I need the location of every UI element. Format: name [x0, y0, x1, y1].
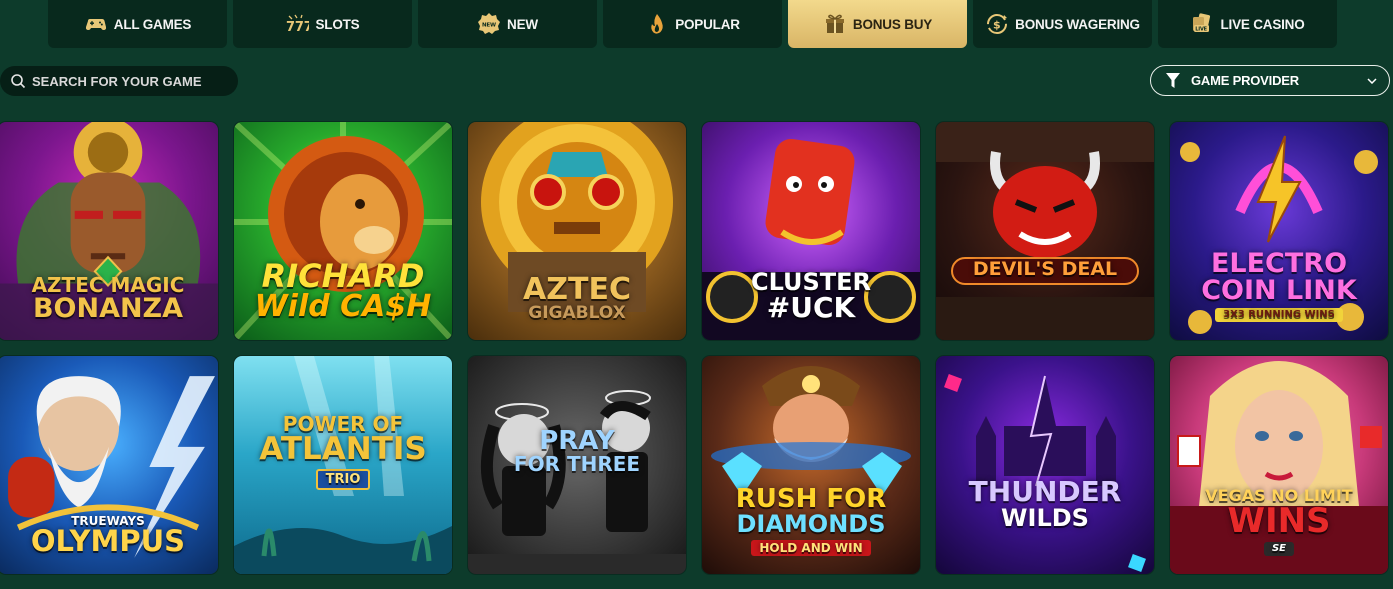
- game-title: AZTEC GIGABLOX: [523, 272, 631, 323]
- new-badge-icon: NEW: [477, 12, 501, 36]
- dollar-cycle-icon: $: [985, 12, 1009, 36]
- category-tabs: ALL GAMES 777 SLOTS NEW NEW POPULAR BONU…: [48, 0, 1337, 48]
- game-card-aztec-magic-bonanza[interactable]: AZTEC MAGIC BONANZA: [0, 122, 218, 340]
- tab-label: BONUS WAGERING: [1015, 16, 1140, 32]
- tab-live-casino[interactable]: LIVE LIVE CASINO: [1158, 0, 1337, 48]
- svg-text:LIVE: LIVE: [1196, 27, 1208, 33]
- game-card-thunder-wilds[interactable]: THUNDER WILDS: [936, 356, 1154, 574]
- game-title: PRAY FOR THREE: [513, 426, 641, 476]
- tab-slots[interactable]: 777 SLOTS: [233, 0, 412, 48]
- game-title: CLUSTER #UCK: [750, 268, 872, 324]
- provider-label: GAME PROVIDER: [1191, 73, 1299, 88]
- gift-icon: [823, 12, 847, 36]
- live-cards-icon: LIVE: [1190, 12, 1214, 36]
- tab-bonus-wagering[interactable]: $ BONUS WAGERING: [973, 0, 1152, 48]
- game-card-richard-wild-cash[interactable]: RICHARD Wild CA$H: [234, 122, 452, 340]
- filter-icon: [1166, 72, 1180, 88]
- tab-label: LIVE CASINO: [1220, 16, 1305, 32]
- game-provider-dropdown[interactable]: GAME PROVIDER: [1150, 65, 1390, 96]
- tab-label: BONUS BUY: [852, 16, 933, 32]
- game-card-vegas-no-limit-wins[interactable]: VEGAS NO LIMIT WINS SE: [1170, 356, 1388, 574]
- game-card-electro-coin-link[interactable]: ELECTRO COIN LINK 3X3 RUNNING WINS: [1170, 122, 1388, 340]
- game-title: TRUEWAYS OLYMPUS: [30, 514, 186, 558]
- tab-label: NEW: [507, 16, 538, 32]
- game-title: DEVIL'S DEAL: [972, 258, 1118, 280]
- tab-new[interactable]: NEW NEW: [418, 0, 597, 48]
- search-bar: [0, 66, 238, 96]
- tab-bonus-buy[interactable]: BONUS BUY: [788, 0, 967, 48]
- game-card-power-of-atlantis[interactable]: POWER OF ATLANTIS TRIO: [234, 356, 452, 574]
- chevron-down-icon: [1367, 77, 1377, 84]
- game-card-devils-deal[interactable]: DEVIL'S DEAL: [936, 122, 1154, 340]
- game-title: ELECTRO COIN LINK 3X3 RUNNING WINS: [1201, 248, 1357, 322]
- svg-text:NEW: NEW: [482, 23, 496, 29]
- slots-777-icon: 777: [285, 12, 309, 36]
- tab-popular[interactable]: POPULAR: [603, 0, 782, 48]
- game-card-trueways-olympus[interactable]: TRUEWAYS OLYMPUS: [0, 356, 218, 574]
- game-title: POWER OF ATLANTIS TRIO: [234, 414, 452, 490]
- game-card-pray-for-three[interactable]: PRAY FOR THREE: [468, 356, 686, 574]
- game-card-cluster-uck[interactable]: CLUSTER #UCK: [702, 122, 920, 340]
- search-input[interactable]: [32, 73, 222, 89]
- tab-label: POPULAR: [675, 16, 740, 32]
- game-title: AZTEC MAGIC BONANZA: [31, 273, 185, 324]
- game-card-rush-for-diamonds[interactable]: RUSH FOR DIAMONDS HOLD AND WIN: [702, 356, 920, 574]
- svg-text:$: $: [993, 19, 1000, 32]
- gamepad-icon: [84, 12, 108, 36]
- game-title: VEGAS NO LIMIT WINS SE: [1205, 486, 1353, 556]
- game-card-aztec-gigablox[interactable]: AZTEC GIGABLOX: [468, 122, 686, 340]
- game-thumbnail: [936, 122, 1154, 340]
- flame-icon: [645, 12, 669, 36]
- game-title: THUNDER WILDS: [968, 475, 1122, 532]
- game-thumbnail: [944, 374, 1146, 572]
- tab-label: SLOTS: [315, 16, 360, 32]
- tab-label: ALL GAMES: [113, 16, 192, 32]
- game-title: RUSH FOR DIAMONDS HOLD AND WIN: [735, 484, 887, 556]
- svg-text:777: 777: [286, 20, 309, 35]
- game-title: RICHARD Wild CA$H: [254, 257, 432, 324]
- game-grid: AZTEC MAGIC BONANZA RICHARD Wild CA$H AZ…: [0, 122, 1388, 574]
- search-icon: [11, 74, 26, 89]
- tab-all-games[interactable]: ALL GAMES: [48, 0, 227, 48]
